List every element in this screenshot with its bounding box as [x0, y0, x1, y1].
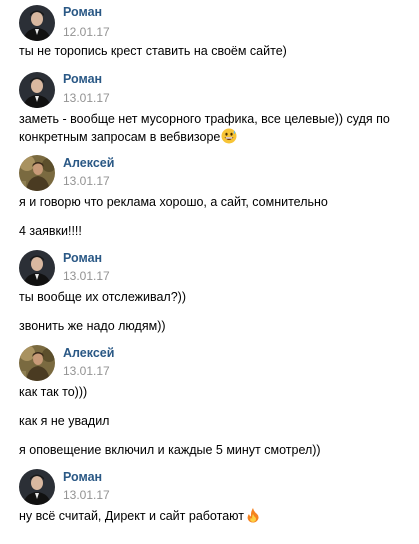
message-date[interactable]: 13.01.17 [63, 174, 110, 188]
fire-emoji-icon [247, 508, 259, 523]
message-text: ну всё считай, Директ и сайт работают [19, 507, 411, 525]
author-name[interactable]: Роман [63, 5, 102, 19]
message-text: я оповещение включил и каждые 5 минут см… [19, 443, 321, 457]
author-name[interactable]: Роман [63, 72, 102, 86]
message-text: ты вообще их отслеживал?)) [19, 290, 187, 304]
avatar-roman[interactable] [19, 5, 55, 41]
roman-avatar-icon [19, 469, 55, 505]
avatar-roman[interactable] [19, 250, 55, 286]
aleksey-avatar-icon [19, 345, 55, 381]
avatar-roman[interactable] [19, 72, 55, 108]
aleksey-avatar-icon [19, 155, 55, 191]
author-name[interactable]: Алексей [63, 346, 114, 360]
message-text: я и говорю что реклама хорошо, а сайт, с… [19, 195, 328, 209]
message-date[interactable]: 13.01.17 [63, 364, 110, 378]
message-text: как так то))) [19, 385, 88, 399]
author-name[interactable]: Роман [63, 470, 102, 484]
message-date[interactable]: 13.01.17 [63, 269, 110, 283]
avatar-roman[interactable] [19, 469, 55, 505]
roman-avatar-icon [19, 5, 55, 41]
message-text: заметь - вообще нет мусорного трафика, в… [19, 110, 399, 146]
message-text: ты не торопись крест ставить на своём са… [19, 44, 287, 58]
roman-avatar-icon [19, 250, 55, 286]
avatar-aleksey[interactable] [19, 345, 55, 381]
author-name[interactable]: Роман [63, 251, 102, 265]
message-date[interactable]: 13.01.17 [63, 91, 110, 105]
roman-avatar-icon [19, 72, 55, 108]
message-date[interactable]: 13.01.17 [63, 488, 110, 502]
message-text: 4 заявки!!!! [19, 224, 82, 238]
message-text-content: ну всё считай, Директ и сайт работают [19, 509, 244, 523]
message-date[interactable]: 12.01.17 [63, 25, 110, 39]
message-text-content: заметь - вообще нет мусорного трафика, в… [19, 112, 390, 144]
grinning-sweat-emoji-icon [221, 128, 237, 144]
author-name[interactable]: Алексей [63, 156, 114, 170]
message-text: как я не увадил [19, 414, 110, 428]
message-text: звонить же надо людям)) [19, 319, 166, 333]
avatar-aleksey[interactable] [19, 155, 55, 191]
